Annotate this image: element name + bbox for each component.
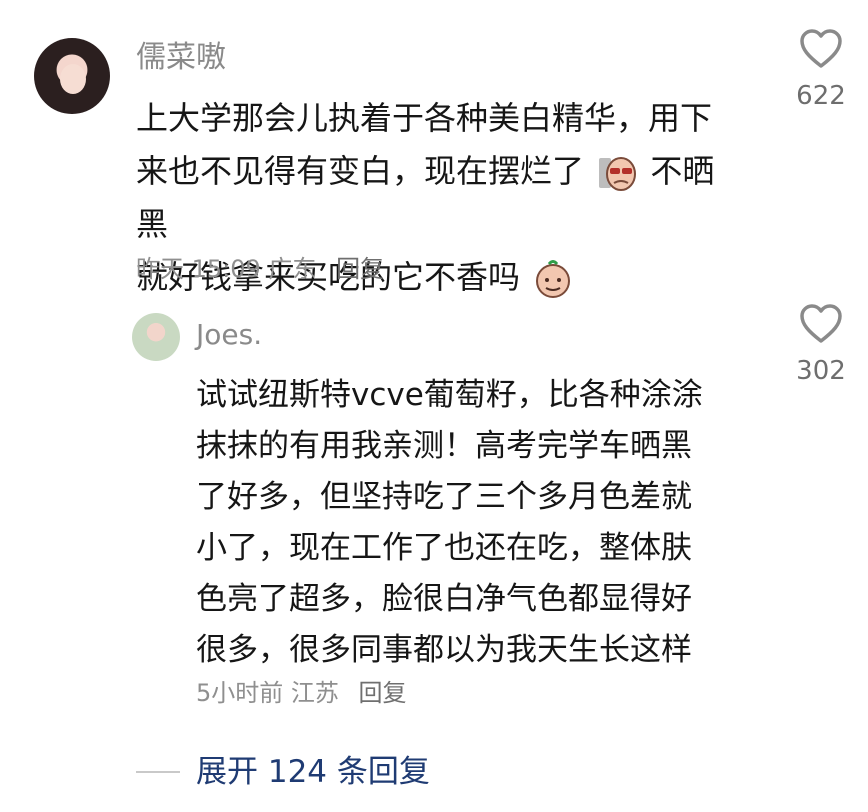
like-button[interactable]: 302 bbox=[786, 302, 856, 386]
expand-divider bbox=[136, 771, 180, 773]
reply-line-3: 了好多，但坚持吃了三个多月色差就 bbox=[196, 479, 692, 515]
comment-line-2a: 来也不见得有变白，现在摆烂了 bbox=[136, 152, 585, 190]
reply-meta: 5小时前 江苏 回复 bbox=[196, 676, 407, 710]
heart-outline-icon[interactable] bbox=[786, 302, 856, 344]
avatar[interactable] bbox=[34, 38, 110, 114]
face-emoji bbox=[532, 258, 574, 300]
comment-time-location: 昨天 15:09 广东 bbox=[136, 255, 317, 283]
reply-time-location: 5小时前 江苏 bbox=[196, 679, 339, 707]
heart-outline-icon[interactable] bbox=[786, 27, 856, 69]
reply-line-4: 小了，现在工作了也还在吃，整体肤 bbox=[196, 530, 692, 566]
username[interactable]: 儒菜嗷 bbox=[136, 38, 226, 78]
username[interactable]: Joes. bbox=[196, 317, 262, 353]
comment-meta: 昨天 15:09 广东 回复 bbox=[136, 252, 384, 286]
like-button[interactable]: 622 bbox=[786, 27, 856, 111]
comment-line-1: 上大学那会儿执着于各种美白精华，用下 bbox=[136, 99, 713, 137]
like-count: 622 bbox=[796, 81, 846, 111]
reply-line-1: 试试纽斯特vcve葡萄籽，比各种涂涂 bbox=[196, 377, 703, 413]
reply-line-2: 抹抹的有用我亲测！高考完学车晒黑 bbox=[196, 428, 692, 464]
reply-button[interactable]: 回复 bbox=[359, 679, 407, 707]
comment-line-2: 来也不见得有变白，现在摆烂了 不晒黑 bbox=[136, 145, 746, 251]
face-with-sunglasses-emoji bbox=[596, 152, 638, 194]
avatar[interactable] bbox=[132, 313, 180, 361]
reply-line-6: 很多，很多同事都以为我天生长这样 bbox=[196, 632, 692, 668]
like-count: 302 bbox=[796, 356, 846, 386]
reply-line-5: 色亮了超多，脸很白净气色都显得好 bbox=[196, 581, 692, 617]
reply-text: 试试纽斯特vcve葡萄籽，比各种涂涂 抹抹的有用我亲测！高考完学车晒黑 了好多，… bbox=[196, 370, 736, 676]
reply-button[interactable]: 回复 bbox=[336, 255, 384, 283]
expand-replies-button[interactable]: 展开 124 条回复 bbox=[196, 752, 430, 792]
